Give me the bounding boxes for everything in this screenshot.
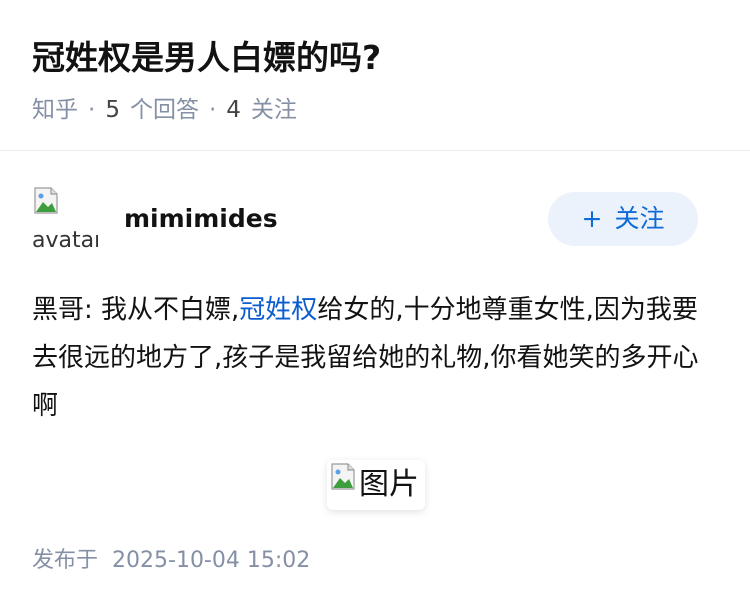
answer-image[interactable]: 图片 — [327, 460, 425, 510]
plus-icon: + — [581, 204, 603, 233]
meta-separator: · — [88, 97, 96, 123]
publish-info: 发布于 2025-10-04 15:02 — [32, 546, 310, 576]
follow-button-label: 关注 — [614, 204, 665, 233]
question-title[interactable]: 冠姓权是男人白嫖的吗? — [32, 36, 381, 80]
avatar-alt-text: avatar — [32, 228, 98, 252]
answer-count-label: 个回答 — [129, 97, 199, 123]
published-time: 2025-10-04 15:02 — [112, 548, 311, 573]
published-label: 发布于 — [32, 548, 99, 573]
image-alt-text: 图片 — [359, 467, 419, 502]
answer-count: 5 — [105, 97, 120, 123]
question-meta: 知乎 · 5 个回答 · 4 关注 — [32, 94, 297, 126]
source-label: 知乎 — [32, 97, 78, 123]
avatar[interactable]: avatar — [32, 186, 98, 252]
keyword-link[interactable]: 冠姓权 — [239, 295, 317, 325]
answer-author-row: avatar mimimides + 关注 — [32, 186, 718, 256]
question-header: 冠姓权是男人白嫖的吗? 知乎 · 5 个回答 · 4 关注 — [0, 0, 750, 151]
answer-content: 黑哥: 我从不白嫖,冠姓权给女的,十分地尊重女性,因为我要去很远的地方了,孩子是… — [32, 286, 718, 430]
follow-button[interactable]: + 关注 — [548, 192, 698, 246]
follower-count: 4 — [226, 97, 241, 123]
author-name[interactable]: mimimides — [124, 202, 278, 236]
broken-image-icon — [331, 463, 355, 490]
content-text: 黑哥: 我从不白嫖, — [32, 295, 240, 325]
meta-separator: · — [208, 97, 217, 123]
broken-image-icon — [34, 187, 58, 214]
follower-count-label: 关注 — [250, 97, 297, 123]
